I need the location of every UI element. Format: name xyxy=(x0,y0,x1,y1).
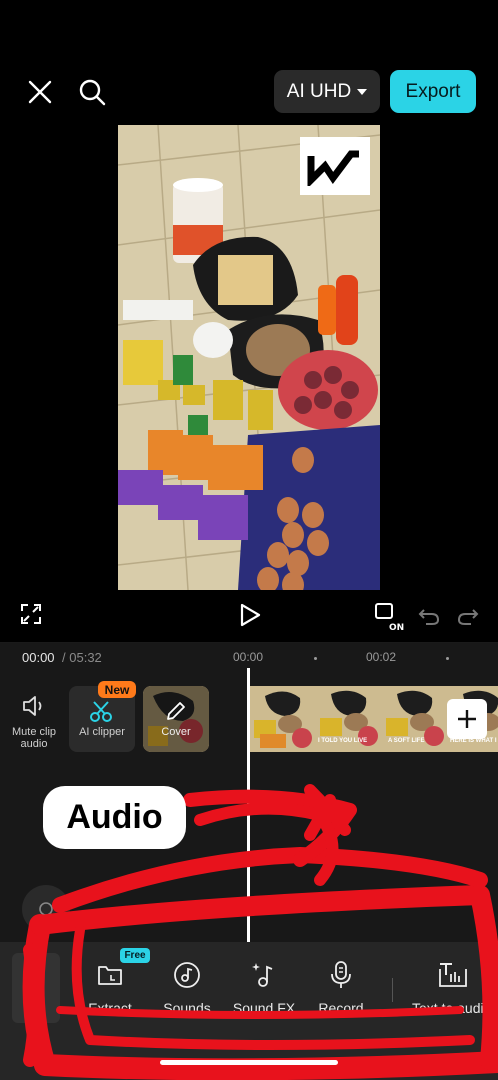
new-badge: New xyxy=(98,681,136,698)
pencil-icon xyxy=(143,686,209,726)
total-duration: / 05:32 xyxy=(62,650,102,665)
add-clip-button[interactable] xyxy=(447,699,487,739)
cover-label: Cover xyxy=(161,726,191,738)
quality-label: AI UHD xyxy=(286,80,352,102)
quality-dropdown[interactable]: AI UHD xyxy=(274,70,380,113)
top-toolbar: AI UHD Export xyxy=(0,60,498,124)
floating-menu-button[interactable] xyxy=(22,885,70,933)
clip-thumbnail xyxy=(250,686,316,752)
ruler-dot xyxy=(314,657,317,660)
export-button[interactable]: Export xyxy=(390,70,476,113)
text-to-audio-button[interactable]: Text to audio xyxy=(408,958,498,1016)
ruler-dot xyxy=(446,657,449,660)
folder-icon xyxy=(78,958,142,992)
search-icon[interactable] xyxy=(72,72,112,112)
cover-button[interactable]: Cover xyxy=(143,686,209,752)
record-label: Record xyxy=(318,1000,364,1016)
clip-thumbnail: A SOFT LIFE xyxy=(382,686,448,752)
video-preview[interactable] xyxy=(118,125,380,590)
fullscreen-icon[interactable] xyxy=(18,601,44,627)
extract-label: Extract xyxy=(88,1000,132,1016)
preview-toggle-icon[interactable]: ON xyxy=(372,599,406,633)
sparkle-icon xyxy=(39,902,53,916)
ruler-tick-label: 00:02 xyxy=(366,650,397,664)
svg-text:ON: ON xyxy=(389,623,404,632)
watermark-logo xyxy=(300,137,370,195)
close-icon[interactable] xyxy=(20,72,60,112)
clip-caption: I TOLD YOU LIVE xyxy=(318,738,368,744)
speaker-icon xyxy=(6,686,62,726)
time-ruler: 00:00 / 05:32 00:00 00:02 xyxy=(0,648,498,670)
sounds-label: Sounds xyxy=(163,1000,211,1016)
sound-fx-label: Sound FX xyxy=(232,1000,296,1016)
mute-label: Mute clip audio xyxy=(11,726,57,750)
undo-icon[interactable] xyxy=(416,603,442,629)
clip-caption: A SOFT LIFE xyxy=(388,738,425,744)
music-disc-icon xyxy=(157,958,217,992)
sound-fx-icon xyxy=(229,958,299,992)
clip-thumbnail: I TOLD YOU LIVE xyxy=(316,686,382,752)
sounds-button[interactable]: Sounds xyxy=(157,958,217,1016)
text-to-audio-icon xyxy=(408,958,498,992)
microphone-icon xyxy=(312,958,370,992)
text-to-audio-label: Text to audio xyxy=(412,1000,492,1016)
toolbar-divider xyxy=(392,978,393,1002)
mute-clip-audio-button[interactable]: Mute clip audio xyxy=(6,686,62,750)
record-button[interactable]: Record xyxy=(312,958,370,1016)
free-badge: Free xyxy=(120,948,150,963)
home-indicator xyxy=(160,1060,338,1065)
plus-icon xyxy=(458,710,476,728)
ruler-tick-label: 00:00 xyxy=(233,650,264,664)
redo-icon[interactable] xyxy=(455,603,481,629)
caret-down-icon xyxy=(357,88,368,95)
chevron-left-icon xyxy=(30,979,41,997)
playhead[interactable] xyxy=(247,668,250,942)
play-icon[interactable] xyxy=(236,601,264,629)
current-time: 00:00 xyxy=(22,650,55,665)
extract-button[interactable]: Extract xyxy=(78,958,142,1016)
sound-fx-button[interactable]: Sound FX xyxy=(229,958,299,1016)
back-tab[interactable] xyxy=(12,953,60,1023)
audio-annotation-label: Audio xyxy=(43,786,186,849)
ai-clipper-label: AI clipper xyxy=(79,726,125,738)
playback-controls: ON xyxy=(0,595,498,637)
